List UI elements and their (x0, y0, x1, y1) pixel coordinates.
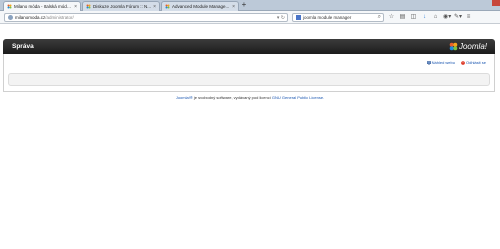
joomla-logo-icon (449, 42, 458, 51)
bookmarks-icon[interactable]: ▤ (399, 14, 406, 21)
footer-text: je svobodný software, vydávaný pod licen… (192, 95, 272, 100)
close-icon[interactable]: × (153, 4, 156, 10)
browser-tab-strip: Milano móda - Italská módní ... × Diskuz… (0, 0, 500, 11)
admin-footer: Joomla!® je svobodný software, vydávaný … (0, 95, 500, 100)
home-icon[interactable]: ⌂ (432, 14, 439, 21)
tab-milano-moda[interactable]: Milano móda - Italská módní ... × (3, 1, 81, 11)
new-tab-button[interactable]: + (240, 1, 248, 10)
logout-link[interactable]: Odhlásit se (461, 60, 486, 65)
browser-nav-bar: milanomoda.cz /administrator/ ▾ ↻ joomla… (0, 11, 500, 24)
logo-wordmark: Joomla! (458, 42, 487, 51)
pocket-icon[interactable]: ◫ (410, 14, 417, 21)
search-box[interactable]: joomla module manager ⌕ (292, 13, 384, 22)
close-window-button[interactable] (492, 0, 500, 6)
close-icon[interactable]: × (232, 4, 235, 10)
minimize-button[interactable] (476, 0, 484, 6)
joomla-favicon-icon (7, 4, 12, 9)
header-links: Náhled webu Odhlásit se (426, 60, 486, 65)
joomla-logo: Joomla! (449, 42, 487, 51)
logout-icon (461, 60, 465, 65)
url-path: /administrator/ (45, 15, 74, 20)
search-engine-icon[interactable] (296, 15, 301, 20)
tab-label: Diskuze Joomla Fórum :: N... (93, 4, 152, 9)
tab-advanced-module-manager[interactable]: Advanced Module Manage... × (161, 1, 239, 11)
url-host: milanomoda.cz (15, 15, 46, 20)
search-input[interactable]: joomla module manager (303, 15, 351, 20)
admin-header: Správa Joomla! (3, 39, 495, 54)
page-title: Správa (12, 43, 34, 50)
addon-icon[interactable]: ◉▾ (443, 14, 451, 21)
tab-label: Advanced Module Manage... (172, 4, 230, 9)
view-site-link[interactable]: Náhled webu (426, 60, 455, 65)
maximize-button[interactable] (484, 0, 492, 6)
globe-icon (8, 15, 13, 20)
joomla-favicon-icon (86, 4, 91, 9)
bookmark-star-icon[interactable]: ☆ (388, 14, 395, 21)
window-controls (476, 0, 500, 8)
message-area (8, 73, 490, 86)
close-icon[interactable]: × (74, 4, 77, 10)
footer-joomla-link[interactable]: Joomla!® (176, 95, 193, 100)
extension-icon[interactable]: ✎▾ (454, 14, 462, 21)
admin-panel: Náhled webu Odhlásit se (3, 54, 495, 92)
reload-icon[interactable]: ▾ ↻ (277, 15, 285, 21)
logout-label[interactable]: Odhlásit se (466, 60, 486, 65)
tab-diskuze-joomla[interactable]: Diskuze Joomla Fórum :: N... × (82, 1, 160, 11)
download-icon[interactable]: ↓ (421, 14, 428, 21)
menu-icon[interactable]: ≡ (465, 14, 472, 21)
footer-license-link[interactable]: GNU General Public License. (272, 95, 324, 100)
toolbar-icons: ☆ ▤ ◫ ↓ ⌂ ◉▾ ✎▾ ≡ (388, 14, 472, 21)
monitor-icon (426, 60, 431, 65)
address-bar[interactable]: milanomoda.cz /administrator/ ▾ ↻ (4, 13, 288, 22)
search-icon[interactable]: ⌕ (378, 14, 381, 21)
joomla-favicon-icon (165, 4, 170, 9)
view-site-label[interactable]: Náhled webu (432, 60, 455, 65)
tab-label: Milano móda - Italská módní ... (14, 4, 73, 9)
